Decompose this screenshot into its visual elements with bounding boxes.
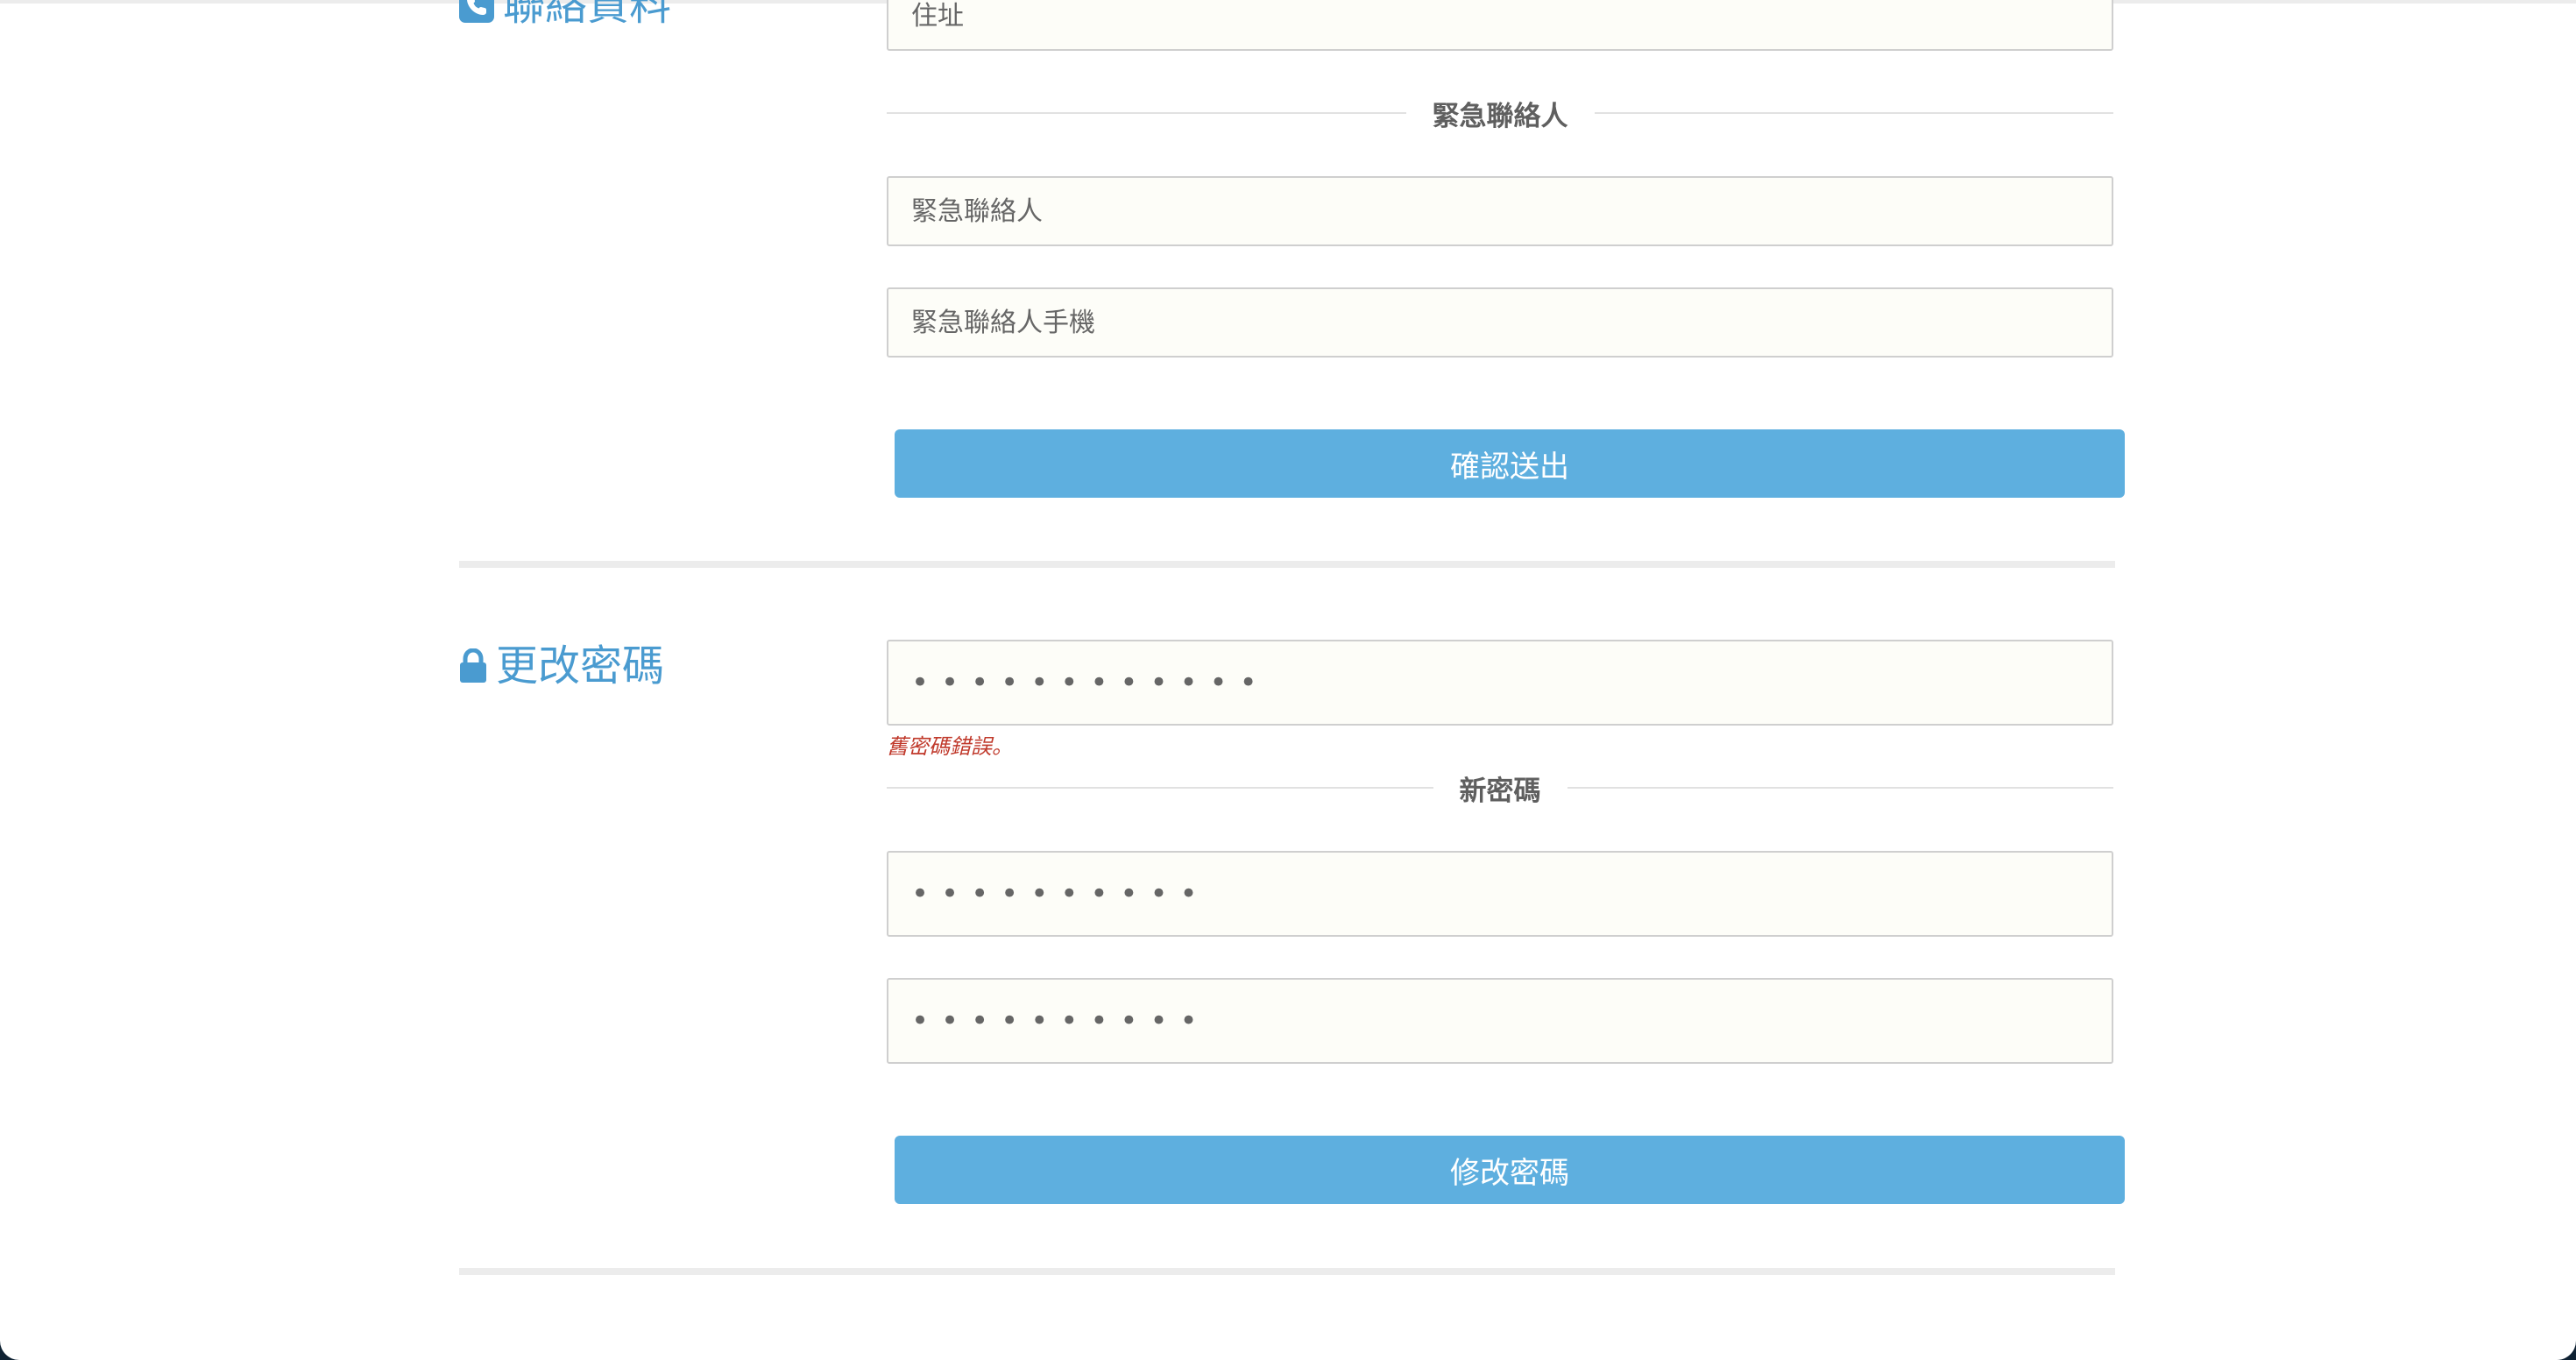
contact-section-title-text: 聯絡資料 <box>503 0 672 30</box>
divider-line-right <box>1567 787 2113 789</box>
change-password-button[interactable]: 修改密碼 <box>895 1136 2125 1204</box>
old-password-error: 舊密碼錯誤。 <box>887 734 1013 759</box>
new-password-input[interactable] <box>887 851 2113 937</box>
divider-line-left <box>887 112 1406 114</box>
page: 聯絡資料 緊急聯絡人 確認送出 更改密碼 舊密碼錯誤。 新密碼 修改密碼 <box>0 0 2576 1360</box>
emergency-phone-input[interactable] <box>887 287 2113 358</box>
confirm-submit-button[interactable]: 確認送出 <box>895 429 2125 498</box>
emergency-contact-divider: 緊急聯絡人 <box>887 91 2113 135</box>
password-section-title: 更改密碼 <box>459 645 664 687</box>
lock-icon <box>459 648 487 684</box>
divider-line-right <box>1594 112 2113 114</box>
address-input[interactable] <box>887 0 2113 51</box>
new-password-divider-label: 新密碼 <box>1459 775 1541 807</box>
divider-line-left <box>887 787 1433 789</box>
section-separator <box>459 1268 2115 1275</box>
confirm-password-input[interactable] <box>887 978 2113 1064</box>
emergency-contact-input[interactable] <box>887 176 2113 246</box>
emergency-contact-divider-label: 緊急聯絡人 <box>1432 100 1568 132</box>
old-password-input[interactable] <box>887 640 2113 726</box>
contact-section-title: 聯絡資料 <box>459 0 671 26</box>
new-password-divider: 新密碼 <box>887 766 2113 810</box>
phone-icon <box>459 0 494 23</box>
section-separator <box>459 561 2115 568</box>
password-section-title-text: 更改密碼 <box>496 641 665 691</box>
